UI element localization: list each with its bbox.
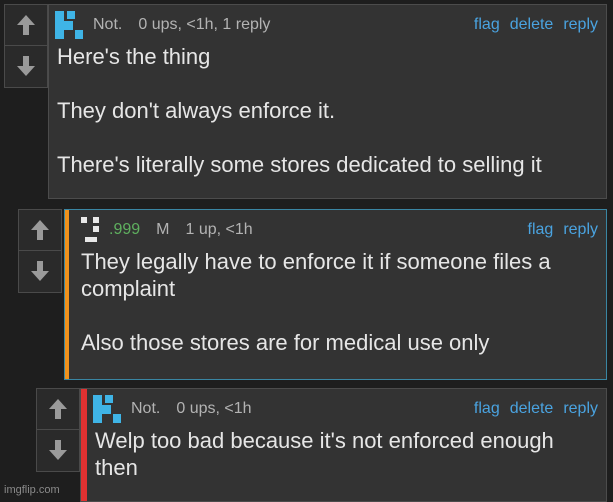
comment-2: .999 M 1 up, <1h flag reply They legally… bbox=[18, 209, 607, 380]
comment-stats: 0 ups, <1h bbox=[176, 400, 252, 417]
comment-paragraph: Welp too bad because it's not enforced e… bbox=[95, 428, 554, 480]
comment-box: .999 M 1 up, <1h flag reply They legally… bbox=[64, 209, 607, 380]
username[interactable]: Not. bbox=[131, 400, 160, 418]
mod-badge: M bbox=[156, 221, 170, 238]
comment-box: Not. 0 ups, <1h flag delete reply Welp t… bbox=[80, 388, 607, 502]
reply-link[interactable]: reply bbox=[563, 16, 598, 34]
comment-meta: Not. 0 ups, <1h, 1 reply flag delete rep… bbox=[55, 11, 606, 39]
reply-link[interactable]: reply bbox=[563, 400, 598, 418]
vote-controls bbox=[18, 209, 62, 293]
thread-bar bbox=[65, 210, 69, 379]
comment-paragraph: They don't always enforce it. bbox=[57, 98, 336, 123]
down-arrow-icon bbox=[31, 261, 49, 281]
flag-link[interactable]: flag bbox=[474, 400, 500, 418]
comment-body: Welp too bad because it's not enforced e… bbox=[95, 427, 598, 481]
comment-actions: flag delete reply bbox=[474, 400, 598, 418]
downvote-button[interactable] bbox=[37, 429, 79, 470]
up-arrow-icon bbox=[31, 220, 49, 240]
upvote-button[interactable] bbox=[19, 210, 61, 250]
comment-actions: flag reply bbox=[528, 221, 598, 239]
watermark: imgflip.com bbox=[4, 484, 60, 496]
comment-paragraph: They legally have to enforce it if someo… bbox=[81, 249, 551, 301]
comment-meta: Not. 0 ups, <1h flag delete reply bbox=[93, 395, 606, 423]
avatar[interactable] bbox=[93, 395, 125, 423]
comment-paragraph: Also those stores are for medical use on… bbox=[81, 330, 490, 355]
vote-controls bbox=[4, 4, 48, 88]
comment-meta: .999 M 1 up, <1h flag reply bbox=[79, 215, 606, 245]
delete-link[interactable]: delete bbox=[510, 400, 554, 418]
delete-link[interactable]: delete bbox=[510, 16, 554, 34]
avatar[interactable] bbox=[79, 215, 103, 245]
comment-stats: 1 up, <1h bbox=[185, 221, 253, 238]
downvote-button[interactable] bbox=[5, 45, 47, 86]
thread-bar bbox=[81, 389, 87, 501]
down-arrow-icon bbox=[17, 56, 35, 76]
downvote-button[interactable] bbox=[19, 250, 61, 291]
comment-paragraph: There's literally some stores dedicated … bbox=[57, 152, 542, 177]
comment-actions: flag delete reply bbox=[474, 16, 598, 34]
comment-3: Not. 0 ups, <1h flag delete reply Welp t… bbox=[36, 388, 607, 502]
comment-1: Not. 0 ups, <1h, 1 reply flag delete rep… bbox=[4, 4, 607, 199]
upvote-button[interactable] bbox=[5, 5, 47, 45]
flag-link[interactable]: flag bbox=[528, 221, 554, 239]
up-arrow-icon bbox=[49, 399, 67, 419]
comment-body: They legally have to enforce it if someo… bbox=[81, 248, 598, 356]
flag-link[interactable]: flag bbox=[474, 16, 500, 34]
comment-stats: 0 ups, <1h, 1 reply bbox=[138, 16, 271, 33]
reply-link[interactable]: reply bbox=[563, 221, 598, 239]
comment-box: Not. 0 ups, <1h, 1 reply flag delete rep… bbox=[48, 4, 607, 199]
down-arrow-icon bbox=[49, 440, 67, 460]
username[interactable]: .999 bbox=[109, 221, 140, 239]
up-arrow-icon bbox=[17, 15, 35, 35]
username[interactable]: Not. bbox=[93, 16, 122, 34]
comment-body: Here's the thing They don't always enfor… bbox=[57, 43, 598, 178]
comment-paragraph: Here's the thing bbox=[57, 44, 211, 69]
upvote-button[interactable] bbox=[37, 389, 79, 429]
vote-controls bbox=[36, 388, 80, 472]
avatar[interactable] bbox=[55, 11, 87, 39]
